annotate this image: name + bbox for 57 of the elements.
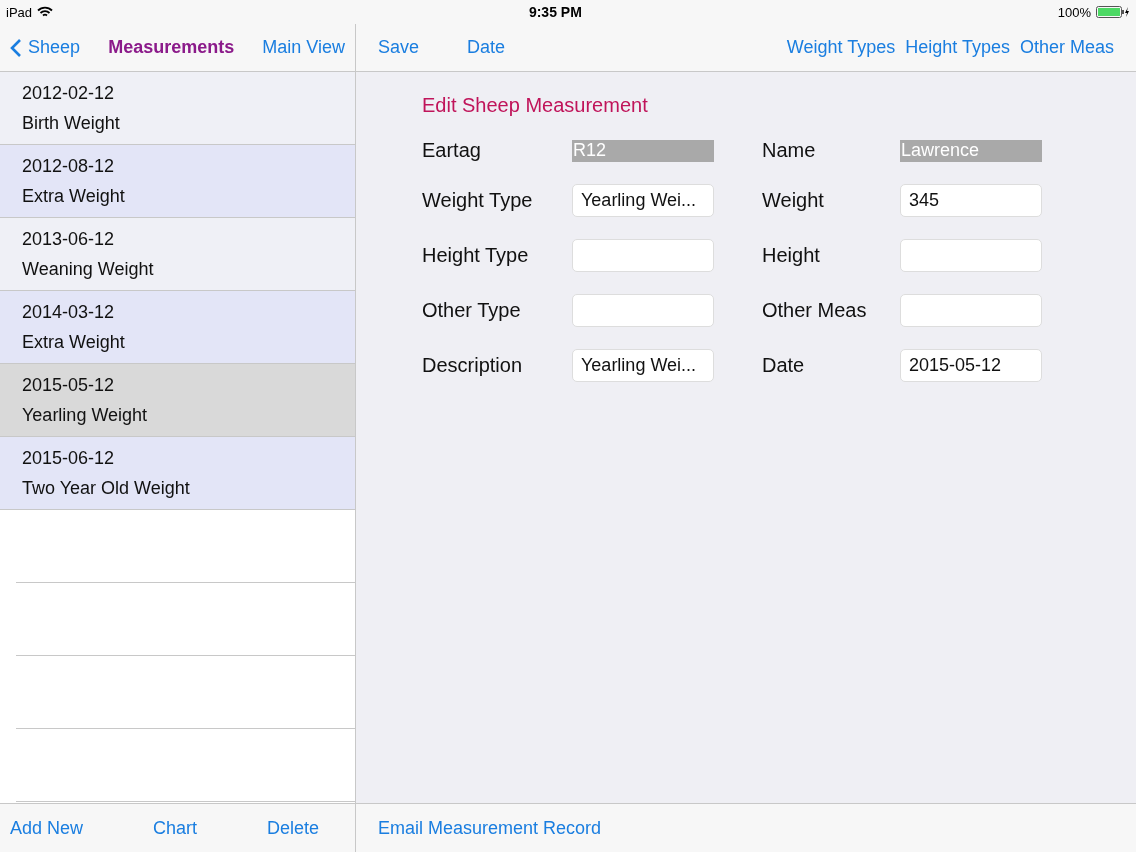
toolbar-button[interactable]: Chart (153, 817, 197, 839)
field-label: Other Meas (762, 299, 868, 322)
nav-button[interactable]: Save (378, 37, 420, 58)
input-field[interactable]: 345 (900, 184, 1042, 217)
nav-title: Measurements (108, 37, 235, 58)
field-label: Weight (762, 189, 825, 212)
row-type: Extra Weight (22, 331, 126, 353)
row-date: 2012-08-12 (22, 155, 116, 177)
wifi-icon (37, 6, 54, 18)
list-row[interactable]: 2012-02-12 Birth Weight (0, 72, 355, 145)
input-field[interactable] (900, 239, 1042, 272)
row-date: 2013-06-12 (22, 228, 116, 250)
readonly-field: Lawrence (900, 139, 1042, 162)
form-title: Edit Sheep Measurement (422, 94, 649, 117)
nav-button[interactable]: Weight Types (786, 37, 896, 58)
field-label: Height Type (422, 244, 530, 267)
row-type: Extra Weight (22, 185, 126, 207)
list-row[interactable]: 2015-06-12 Two Year Old Weight (0, 437, 355, 510)
input-field[interactable] (900, 294, 1042, 327)
field-label: Description (422, 354, 524, 377)
input-field[interactable]: Yearling Wei... (572, 184, 714, 217)
field-label: Other Type (422, 299, 522, 322)
row-date: 2015-06-12 (22, 447, 116, 469)
row-type: Yearling Weight (22, 404, 149, 426)
field-label: Name (762, 139, 817, 162)
list-row[interactable]: 2012-08-12 Extra Weight (0, 145, 355, 218)
field-label: Weight Type (422, 189, 534, 212)
field-label: Height (762, 244, 821, 267)
back-chevron-icon (10, 37, 22, 58)
list-row[interactable]: 2014-03-12 Extra Weight (0, 291, 355, 364)
list-row[interactable]: 2013-06-12 Weaning Weight (0, 218, 355, 291)
back-button[interactable]: Sheep (10, 37, 81, 58)
email-button[interactable]: Email Measurement Record (378, 817, 602, 839)
nav-button[interactable]: Other Meas (1019, 37, 1114, 58)
toolbar-button[interactable]: Delete (266, 817, 319, 839)
nav-button[interactable]: Height Types (905, 37, 1010, 58)
readonly-field: R12 (572, 139, 714, 162)
row-type: Birth Weight (22, 112, 121, 134)
input-field[interactable]: 2015-05-12 (900, 349, 1042, 382)
battery-percent: 100% (1057, 4, 1091, 20)
row-date: 2012-02-12 (22, 82, 116, 104)
clock-time: 9:35 PM (528, 4, 582, 20)
field-label: Date (762, 354, 806, 377)
row-date: 2014-03-12 (22, 301, 116, 323)
input-field[interactable] (572, 239, 714, 272)
input-field[interactable]: Yearling Wei... (572, 349, 714, 382)
row-type: Two Year Old Weight (22, 477, 191, 499)
main-view-button[interactable]: Main View (262, 37, 345, 58)
input-field[interactable] (572, 294, 714, 327)
list-row[interactable]: 2015-05-12 Yearling Weight (0, 364, 355, 437)
nav-button[interactable]: Date (467, 37, 506, 58)
battery-charging-icon (1096, 6, 1130, 18)
toolbar-button[interactable]: Add New (10, 817, 84, 839)
field-label: Eartag (422, 139, 482, 162)
row-date: 2015-05-12 (22, 374, 116, 396)
carrier-label: iPad (6, 4, 33, 20)
row-type: Weaning Weight (22, 258, 155, 280)
